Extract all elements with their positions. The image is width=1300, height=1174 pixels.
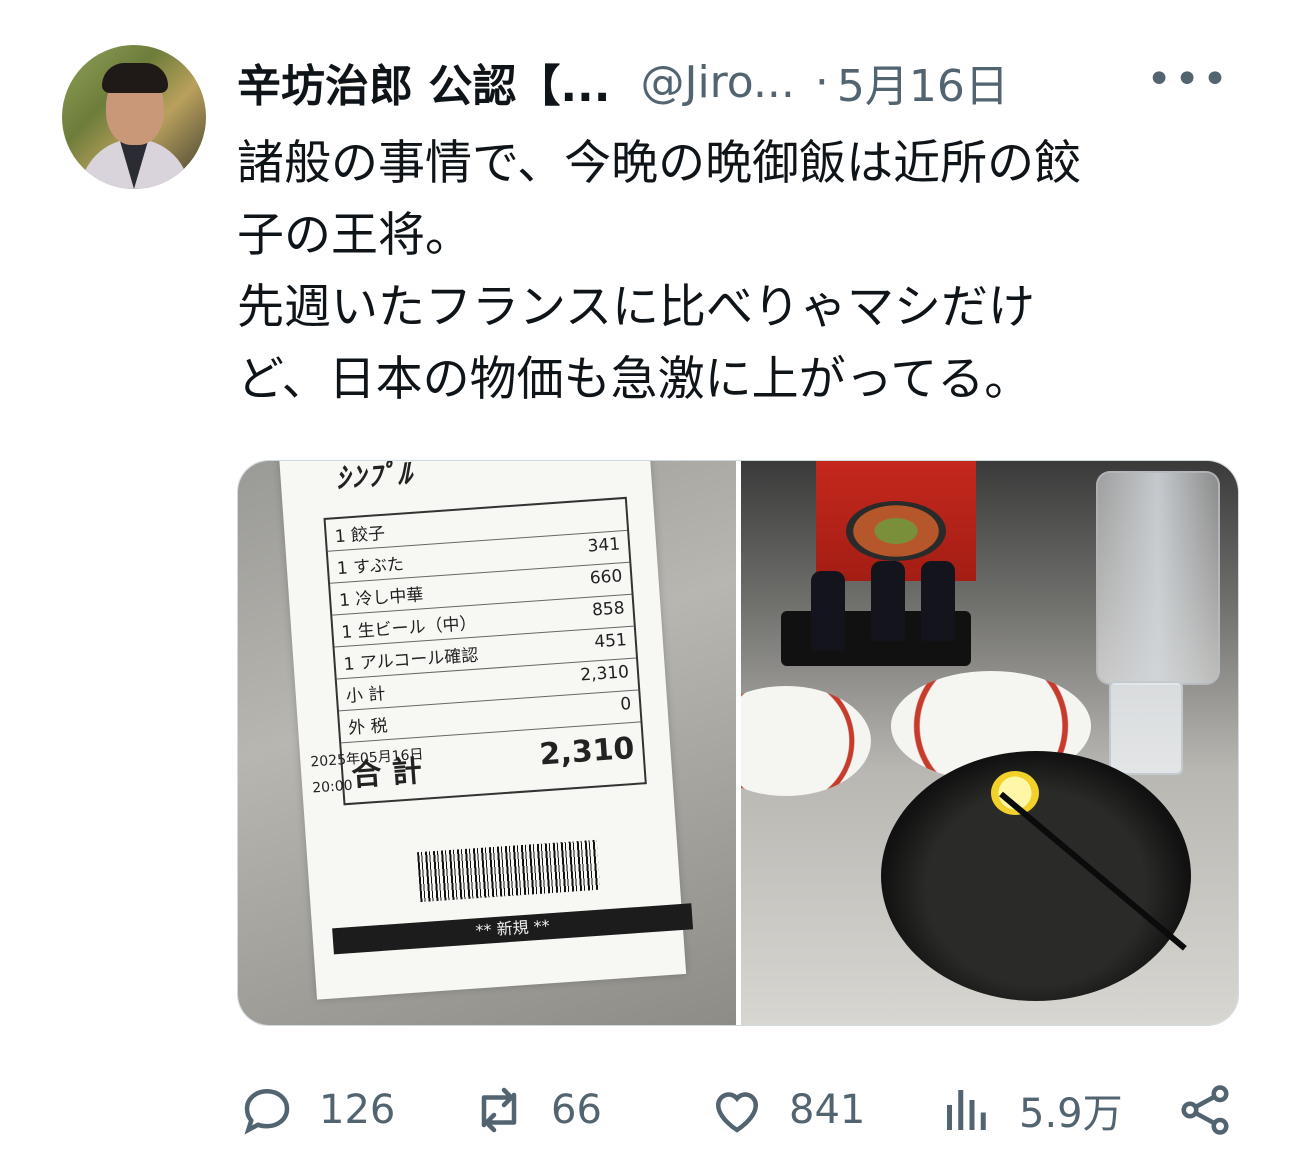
like-icon xyxy=(715,1092,759,1133)
tweet-media: ｼﾝﾌﾟﾙ 1 餃子 1 すぶた 341 1 冷し中華 660 1 生ビール（中… xyxy=(237,460,1239,1026)
tweet-header: 辛坊治郎 公認【... @Jiro... · 5月16日 ••• xyxy=(237,50,1230,114)
receipt-logo: ｼﾝﾌﾟﾙ xyxy=(334,461,415,496)
separator-dot: · xyxy=(814,56,829,108)
tweet-text-line: 先週いたフランスに比べりゃマシだけ xyxy=(237,280,1036,335)
tweet-text-line: 諸般の事情で、今晩の晩御飯は近所の餃 xyxy=(237,136,1082,191)
tweet-text-line: ど、日本の物価も急激に上がってる。 xyxy=(237,352,1032,407)
receipt-meta: 2025年05月16日 20:00 xyxy=(309,746,425,797)
receipt-banner: ** 新規 ** xyxy=(332,903,694,955)
plate xyxy=(740,686,871,796)
condiment-bottle xyxy=(810,571,845,651)
author-handle[interactable]: @Jiro... xyxy=(640,57,794,108)
glass xyxy=(1108,681,1183,775)
more-options-icon[interactable]: ••• xyxy=(1146,58,1230,102)
repost-button[interactable]: 66 xyxy=(469,1070,602,1150)
reply-count: 126 xyxy=(319,1087,396,1133)
author-avatar[interactable] xyxy=(62,45,206,189)
like-button[interactable]: 841 xyxy=(707,1070,865,1150)
share-icon xyxy=(1181,1085,1229,1135)
reply-icon xyxy=(244,1088,290,1135)
author-name[interactable]: 辛坊治郎 公認【... xyxy=(237,50,610,114)
receipt: ｼﾝﾌﾟﾙ 1 餃子 1 すぶた 341 1 冷し中華 660 1 生ビール（中… xyxy=(278,461,694,1000)
reply-button[interactable]: 126 xyxy=(237,1070,395,1150)
condiment-bottle xyxy=(870,561,905,641)
tweet[interactable]: 辛坊治郎 公認【... @Jiro... · 5月16日 ••• 諸般の事情で、… xyxy=(0,0,1300,1174)
repost-icon xyxy=(481,1087,517,1133)
table-photo[interactable] xyxy=(740,461,1238,1025)
tweet-text: 諸般の事情で、今晩の晩御飯は近所の餃 子の王将。 先週いたフランスに比べりゃマシ… xyxy=(237,128,1227,416)
condiment-bottle xyxy=(920,561,955,641)
views-icon xyxy=(947,1090,986,1130)
water-pitcher xyxy=(1095,471,1220,685)
barcode xyxy=(417,839,601,903)
repost-count: 66 xyxy=(551,1087,602,1133)
action-bar: 126 66 841 5.9万 xyxy=(237,1070,1237,1150)
tweet-text-line: 子の王将。 xyxy=(237,208,472,263)
views-button[interactable]: 5.9万 xyxy=(937,1070,1123,1150)
views-count: 5.9万 xyxy=(1019,1091,1123,1137)
receipt-photo[interactable]: ｼﾝﾌﾟﾙ 1 餃子 1 すぶた 341 1 冷し中華 660 1 生ビール（中… xyxy=(238,461,736,1025)
share-button[interactable] xyxy=(1175,1070,1235,1150)
tweet-date[interactable]: 5月16日 xyxy=(837,50,1009,114)
like-count: 841 xyxy=(789,1087,866,1133)
